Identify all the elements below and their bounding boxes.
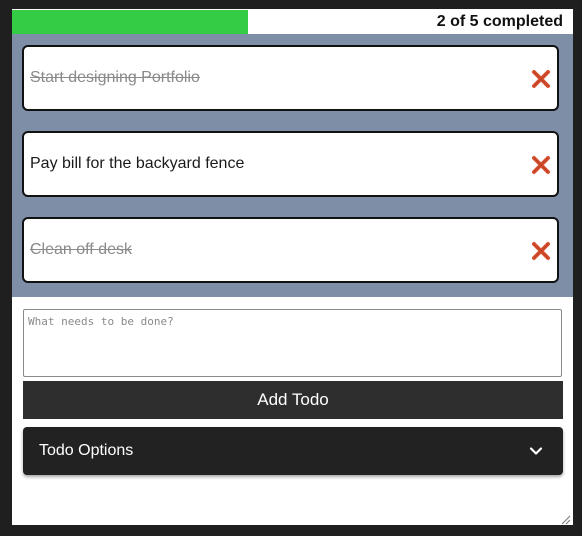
chevron-down-icon[interactable]	[529, 444, 543, 458]
close-x-icon[interactable]	[531, 241, 551, 261]
todo-text[interactable]: Pay bill for the backyard fence	[30, 133, 244, 195]
add-todo-button[interactable]: Add Todo	[23, 381, 563, 419]
progress-label: 2 of 5 completed	[436, 13, 563, 30]
todo-options-toggle[interactable]: Todo Options	[23, 427, 563, 475]
todo-options-label: Todo Options	[39, 442, 134, 459]
todo-list: Start designing Portfolio Pay bill for t…	[12, 34, 573, 297]
progress-fill	[12, 10, 248, 34]
close-x-icon[interactable]	[531, 69, 551, 89]
todo-app: 2 of 5 completed Start designing Portfol…	[12, 9, 573, 525]
todo-text[interactable]: Clean off desk	[30, 219, 132, 281]
new-todo-input[interactable]	[23, 309, 562, 377]
todo-item[interactable]: Pay bill for the backyard fence	[22, 131, 559, 197]
resize-grip-icon[interactable]	[560, 512, 571, 525]
todo-text[interactable]: Start designing Portfolio	[30, 47, 200, 109]
todo-item[interactable]: Clean off desk	[22, 217, 559, 283]
todo-item[interactable]: Start designing Portfolio	[22, 45, 559, 111]
close-x-icon[interactable]	[531, 155, 551, 175]
progress-bar: 2 of 5 completed	[12, 9, 573, 34]
